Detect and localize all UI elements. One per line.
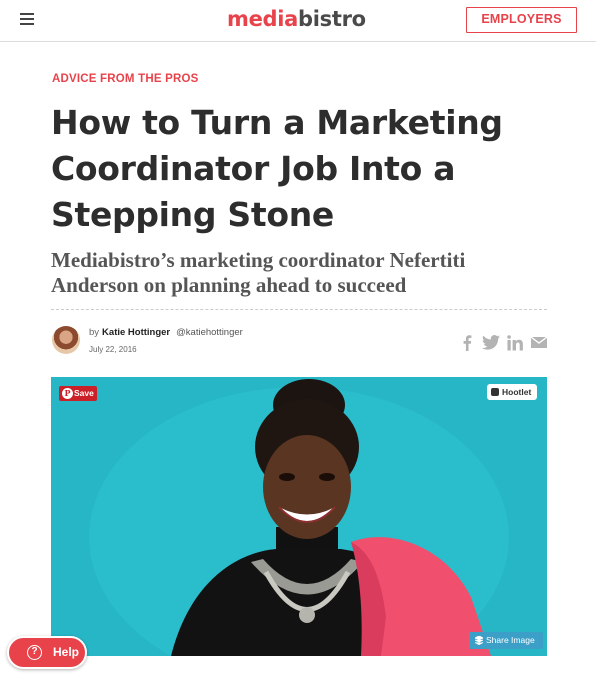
help-label: Help — [53, 645, 80, 659]
publish-date: July 22, 2016 — [89, 345, 137, 354]
pinterest-icon: P — [62, 388, 73, 399]
facebook-icon[interactable] — [462, 335, 472, 351]
author-twitter-handle[interactable]: @katiehottinger — [176, 327, 243, 338]
top-navigation-bar: mediabistro EMPLOYERS — [0, 0, 596, 42]
help-button[interactable]: ? Help — [7, 636, 87, 669]
layers-icon — [475, 636, 483, 645]
portrait-illustration — [51, 377, 547, 656]
logo-media-text: media — [227, 7, 299, 31]
question-icon: ? — [27, 645, 42, 660]
logo-bistro-text: bistro — [298, 7, 366, 31]
hootsuite-icon — [491, 388, 499, 396]
article-category-link[interactable]: ADVICE FROM THE PROS — [52, 73, 198, 85]
hero-image: P Save Hootlet Share Image — [51, 377, 547, 656]
article-title: How to Turn a Marketing Coordinator Job … — [51, 103, 503, 234]
email-icon[interactable] — [531, 335, 547, 349]
share-image-label: Share Image — [486, 635, 535, 645]
hootlet-label: Hootlet — [502, 387, 532, 397]
author-name-link[interactable]: Katie Hottinger — [102, 327, 170, 338]
hamburger-menu-icon[interactable] — [20, 13, 36, 27]
employers-button[interactable]: EMPLOYERS — [466, 7, 577, 33]
share-image-button[interactable]: Share Image — [469, 632, 543, 649]
byline-prefix: by — [89, 327, 100, 338]
save-label: Save — [74, 388, 94, 398]
hootlet-button[interactable]: Hootlet — [487, 384, 537, 400]
article-subtitle: Mediabistro’s marketing coordinator Nefe… — [51, 248, 466, 297]
twitter-icon[interactable] — [482, 335, 500, 350]
byline: by Katie Hottinger @katiehottinger — [89, 327, 243, 338]
author-avatar[interactable] — [52, 326, 80, 354]
pinterest-save-button[interactable]: P Save — [59, 386, 97, 401]
linkedin-icon[interactable] — [507, 335, 523, 351]
divider — [51, 309, 547, 310]
mediabistro-logo[interactable]: mediabistro — [227, 7, 366, 31]
